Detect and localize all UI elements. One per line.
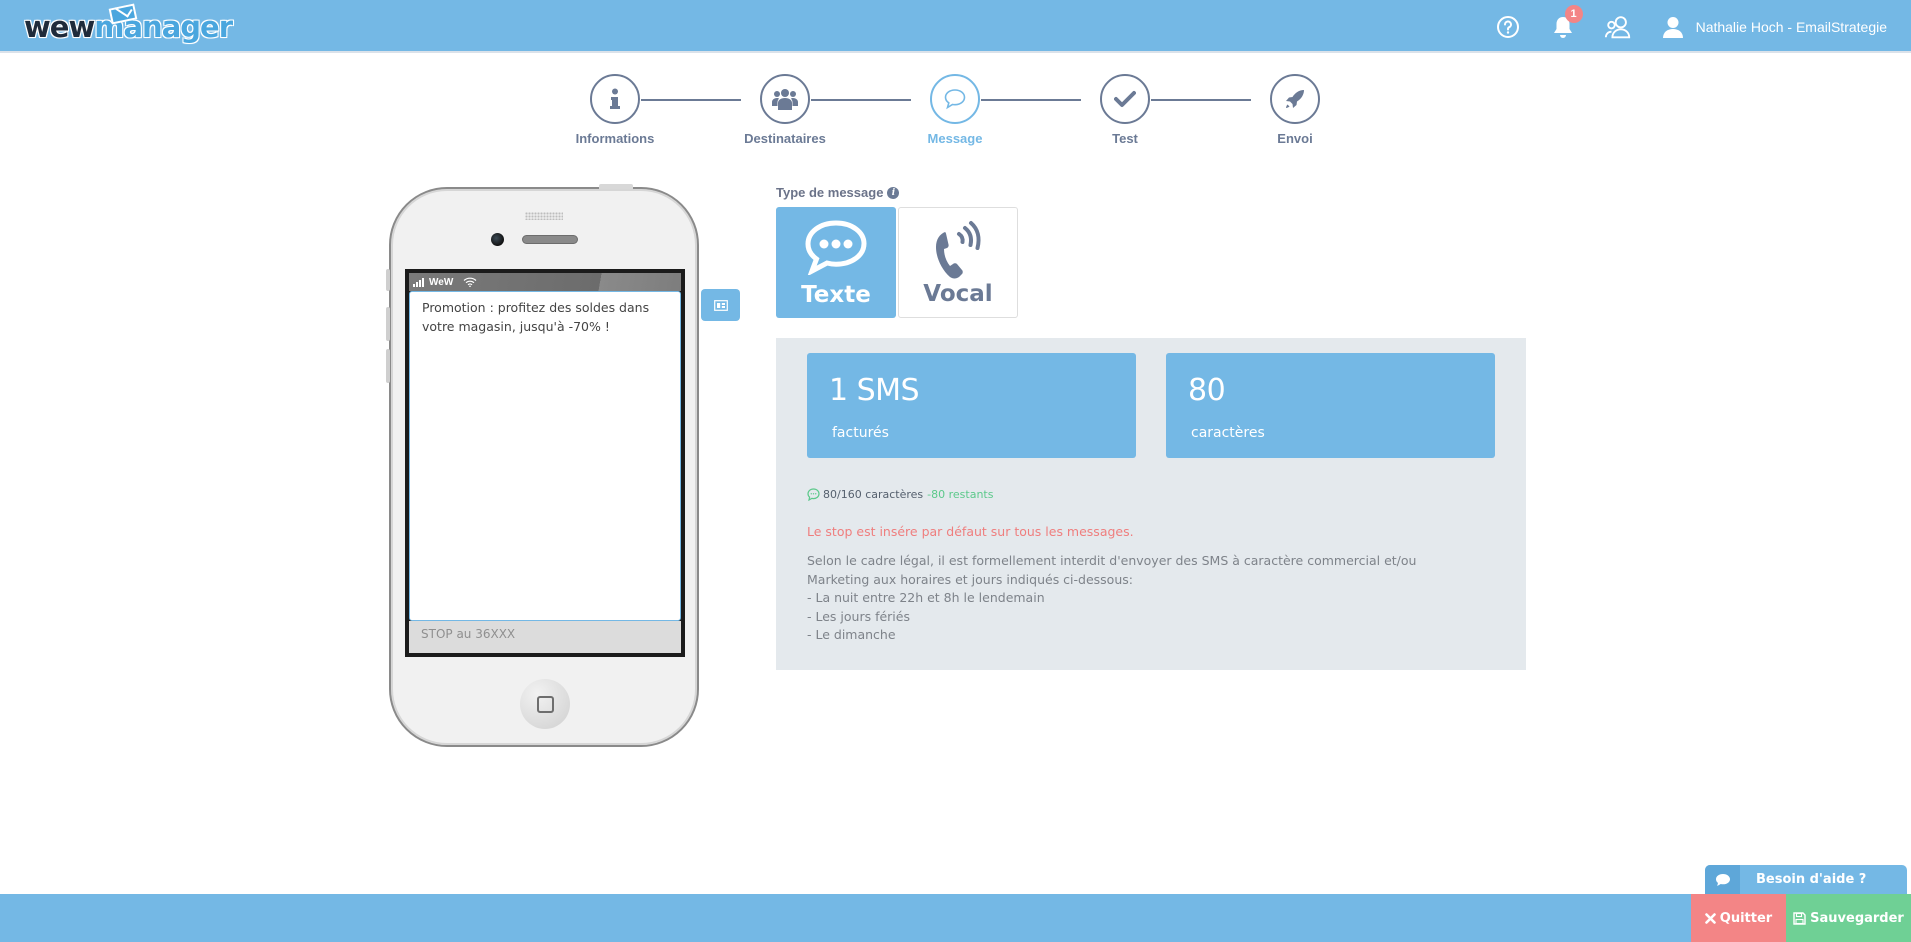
type-vocal-button[interactable]: Vocal xyxy=(898,207,1018,318)
info-icon[interactable]: i xyxy=(887,186,900,199)
group-icon xyxy=(772,89,798,110)
legal-item: - Les jours fériés xyxy=(807,608,910,624)
help-chat-button[interactable]: Besoin d'aide ? xyxy=(1705,865,1907,894)
fields-icon xyxy=(713,299,728,311)
message-input[interactable]: Promotion : profitez des soldes dans vot… xyxy=(409,291,681,621)
floppy-disk-icon xyxy=(1793,911,1806,925)
sms-count-value: 1 SMS xyxy=(829,373,920,408)
type-texte-button[interactable]: Texte xyxy=(776,207,896,318)
help-button[interactable] xyxy=(1494,13,1522,41)
phone-call-icon xyxy=(936,221,981,279)
char-count-card: 80 caractères xyxy=(1166,353,1495,458)
legal-item: - Le dimanche xyxy=(807,627,896,642)
legal-intro: Selon le cadre légal, il est formellemen… xyxy=(807,553,1417,587)
phone-power-button xyxy=(599,184,633,189)
check-icon xyxy=(1114,91,1136,107)
quit-button[interactable]: Quitter xyxy=(1691,894,1786,942)
step-label: Test xyxy=(1112,131,1138,146)
step-envoi[interactable]: Envoi xyxy=(1235,74,1355,146)
user-icon xyxy=(1662,16,1683,38)
sms-count-caption: facturés xyxy=(832,425,889,441)
message-type-label-text: Type de message xyxy=(776,185,884,200)
contacts-button[interactable] xyxy=(1604,13,1632,41)
legal-notice: Selon le cadre légal, il est formellemen… xyxy=(807,552,1427,645)
phone-camera xyxy=(491,233,504,246)
sms-count-card: 1 SMS facturés xyxy=(807,353,1136,458)
save-label: Sauvegarder xyxy=(1810,910,1904,926)
phone-side-button xyxy=(386,269,390,291)
phone-preview: WeW Promotion : profitez des soldes dans… xyxy=(386,184,699,747)
home-square-icon xyxy=(536,695,554,713)
notification-badge: 1 xyxy=(1564,4,1583,23)
close-icon xyxy=(1704,912,1716,924)
user-profile-button[interactable] xyxy=(1659,13,1687,41)
message-type-label: Type de message i xyxy=(776,185,900,200)
step-label: Message xyxy=(927,131,983,146)
signal-icon xyxy=(413,277,425,287)
help-chat-label: Besoin d'aide ? xyxy=(1756,872,1867,887)
type-vocal-label: Vocal xyxy=(923,281,993,307)
phone-side-button xyxy=(386,307,390,341)
wifi-icon xyxy=(463,277,477,287)
phone-home-button xyxy=(520,679,570,729)
char-count-caption: caractères xyxy=(1191,425,1265,441)
char-counter: 80/160 caractères -80 restants xyxy=(807,488,993,501)
chat-icon xyxy=(1715,873,1730,886)
phone-sensor xyxy=(525,212,563,220)
user-name[interactable]: Nathalie Hoch - EmailStrategie xyxy=(1696,19,1887,35)
type-texte-label: Texte xyxy=(801,282,871,308)
step-label: Envoi xyxy=(1277,131,1313,146)
step-label: Informations xyxy=(575,131,655,146)
wewmanager-logo[interactable]: wew manager xyxy=(24,3,233,44)
speech-bubble-icon xyxy=(944,89,966,110)
info-icon xyxy=(610,88,620,109)
footer-bar xyxy=(0,894,1911,942)
insert-field-button[interactable] xyxy=(701,289,740,321)
speech-bubble-icon xyxy=(805,220,867,275)
carrier-name: WeW xyxy=(429,276,454,288)
phone-earpiece xyxy=(522,235,578,244)
char-remaining: -80 restants xyxy=(927,488,994,501)
phone-side-button xyxy=(386,349,390,383)
notifications-button[interactable]: 1 xyxy=(1549,4,1583,41)
stop-mention: STOP au 36XXX xyxy=(409,621,681,653)
stop-warning: Le stop est insére par défaut sur tous l… xyxy=(807,524,1134,539)
rocket-icon xyxy=(1286,90,1304,108)
wizard-stepper: Informations Destinataires Message Test … xyxy=(555,74,1325,154)
step-informations[interactable]: Informations xyxy=(555,74,675,146)
header-actions: 1 Nathalie Hoch - EmailStrategie xyxy=(1494,0,1911,53)
help-icon xyxy=(1496,15,1519,38)
message-info-panel: 1 SMS facturés 80 caractères 80/160 cara… xyxy=(776,338,1526,670)
step-destinataires[interactable]: Destinataires xyxy=(725,74,845,146)
logo-text-wew: wew xyxy=(24,10,95,44)
phone-screen: WeW Promotion : profitez des soldes dans… xyxy=(405,269,685,657)
step-test[interactable]: Test xyxy=(1065,74,1185,146)
save-button[interactable]: Sauvegarder xyxy=(1786,894,1911,942)
phone-status-bar: WeW xyxy=(409,273,681,291)
legal-item: - La nuit entre 22h et 8h le lendemain xyxy=(807,590,1045,605)
users-icon xyxy=(1604,15,1630,38)
quit-label: Quitter xyxy=(1719,910,1773,926)
char-counter-text: 80/160 caractères xyxy=(823,488,924,501)
top-navbar: wew manager 1 Nathalie Hoch - EmailStrate… xyxy=(0,0,1911,53)
comment-icon xyxy=(807,488,820,501)
step-label: Destinataires xyxy=(744,131,826,146)
char-count-value: 80 xyxy=(1188,373,1226,408)
step-message[interactable]: Message xyxy=(895,74,1015,146)
